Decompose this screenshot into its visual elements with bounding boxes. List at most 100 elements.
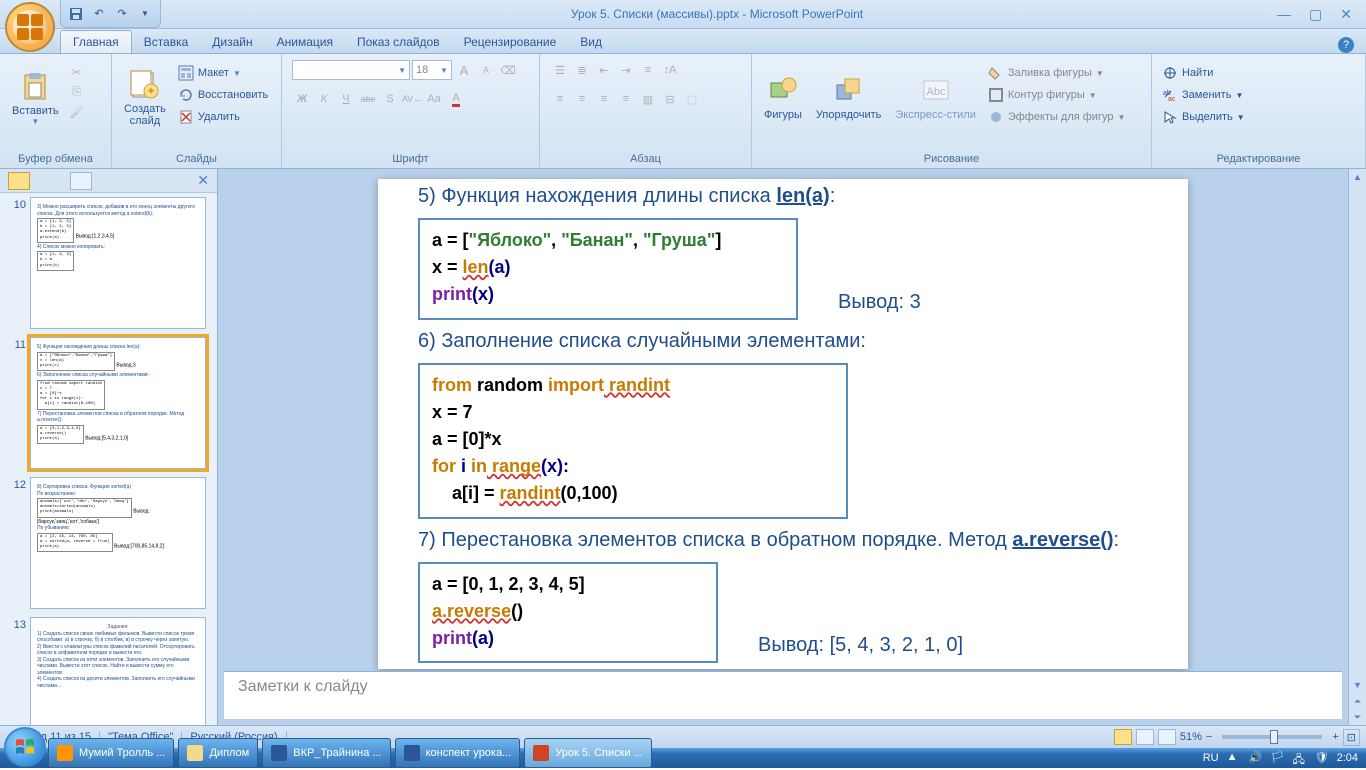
bullets-icon[interactable]: ☰ [550,60,570,80]
tab-slideshow[interactable]: Показ слайдов [345,31,452,53]
replace-button[interactable]: abacЗаменить ▼ [1158,84,1247,106]
format-painter-button[interactable]: 🖌 [67,102,87,122]
char-spacing-button[interactable]: AV↔ [402,89,422,109]
normal-view-icon[interactable] [1114,729,1132,745]
vertical-scrollbar[interactable]: ▲ ▼ ⏶ ⏷ [1348,169,1366,725]
quick-styles-button[interactable]: Abc Экспресс-стили [889,58,981,138]
undo-icon[interactable]: ↶ [90,5,108,23]
panel-close-icon[interactable]: ✕ [197,172,209,189]
tray-volume-icon[interactable]: 🔊 [1249,751,1263,765]
zoom-out-icon[interactable]: − [1206,731,1212,743]
delete-slide-button[interactable]: Удалить [174,106,272,128]
underline-button[interactable]: Ч [336,89,356,109]
align-center-icon[interactable]: ≡ [572,89,592,109]
tray-network-icon[interactable]: 🖧 [1293,751,1307,765]
tray-clock[interactable]: 2:04 [1337,752,1358,764]
change-case-button[interactable]: Aa [424,89,444,109]
columns-icon[interactable]: ▥ [638,89,658,109]
arrange-button[interactable]: Упорядочить [810,58,887,138]
paste-button[interactable]: Вставить ▼ [6,58,65,138]
font-color-button[interactable]: A [446,89,466,109]
italic-button[interactable]: К [314,89,334,109]
prev-slide-icon[interactable]: ⏶ [1349,693,1366,709]
strike-button[interactable]: abc [358,89,378,109]
taskbar-item[interactable]: Мумий Тролль ... [48,738,174,768]
tab-review[interactable]: Рецензирование [452,31,569,53]
find-button[interactable]: Найти [1158,62,1217,84]
zoom-in-icon[interactable]: + [1332,731,1338,743]
shape-outline-button[interactable]: Контур фигуры ▼ [984,84,1130,106]
save-icon[interactable] [67,5,85,23]
tab-insert[interactable]: Вставка [132,31,201,53]
shapes-button[interactable]: Фигуры [758,58,808,138]
slide-thumbnail-11[interactable]: 5) Функция нахождения длины списка len(a… [30,337,206,469]
justify-icon[interactable]: ≡ [616,89,636,109]
taskbar-item[interactable]: конспект урока... [395,738,521,768]
clear-format-icon[interactable]: ⌫ [498,60,518,80]
maximize-button[interactable]: ▢ [1305,4,1326,25]
zoom-level[interactable]: 51% [1180,731,1202,743]
zoom-slider[interactable] [1222,735,1322,739]
taskbar-item[interactable]: Урок 5. Списки ... [524,738,652,768]
numbering-icon[interactable]: ≣ [572,60,592,80]
slide-canvas[interactable]: 5) Функция нахождения длины списка len(a… [378,179,1188,669]
line-spacing-icon[interactable]: ≡ [638,60,658,80]
notes-pane[interactable]: Заметки к слайду [224,671,1342,719]
shape-fill-button[interactable]: Заливка фигуры ▼ [984,62,1130,84]
font-size-combo[interactable]: 18▼ [412,60,452,80]
layout-button[interactable]: Макет ▼ [174,62,272,84]
close-button[interactable]: ✕ [1336,4,1356,25]
sorter-view-icon[interactable] [1136,729,1154,745]
editor-area: 5) Функция нахождения длины списка len(a… [218,169,1348,725]
align-left-icon[interactable]: ≡ [550,89,570,109]
next-slide-icon[interactable]: ⏷ [1349,709,1366,725]
slides-tab-icon[interactable] [8,172,30,190]
tab-view[interactable]: Вид [568,31,614,53]
cut-button[interactable]: ✂ [67,62,87,82]
reset-button[interactable]: Восстановить [174,84,272,106]
heading-5: 5) Функция нахождения длины списка len(a… [418,185,1148,208]
redo-icon[interactable]: ↷ [113,5,131,23]
tab-design[interactable]: Дизайн [200,31,264,53]
slideshow-view-icon[interactable] [1158,729,1176,745]
code-block-5: a = ["Яблоко", "Банан", "Груша"] x = len… [418,218,798,320]
tab-animation[interactable]: Анимация [265,31,345,53]
increase-indent-icon[interactable]: ⇥ [616,60,636,80]
minimize-button[interactable]: — [1273,4,1295,25]
fit-window-icon[interactable]: ⊡ [1343,729,1360,746]
system-tray: RU ▲ 🔊 🏳 🖧 🛡 2:04 [1195,751,1366,765]
slide-thumbnail-10[interactable]: 3) Можно расширить список, добавив в его… [30,197,206,329]
shadow-button[interactable]: S [380,89,400,109]
tray-shield-icon[interactable]: 🛡 [1315,751,1329,765]
slide-thumbnail-12[interactable]: 8) Сортировка списка. Функция sorted(a) … [30,477,206,609]
tray-flag-icon[interactable]: 🏳 [1271,751,1285,765]
taskbar-item[interactable]: ВКР_Трайнина ... [262,738,390,768]
align-text-icon[interactable]: ⊟ [660,89,680,109]
font-name-combo[interactable]: ▼ [292,60,410,80]
shrink-font-icon[interactable]: A [476,60,496,80]
slide-canvas-area[interactable]: 5) Функция нахождения длины списка len(a… [218,169,1348,671]
qat-dropdown-icon[interactable]: ▼ [136,5,154,23]
slide-thumbnail-13[interactable]: ❗ Задания: 1) Создать список своих любим… [30,617,206,725]
tray-up-icon[interactable]: ▲ [1227,751,1241,765]
decrease-indent-icon[interactable]: ⇤ [594,60,614,80]
office-button[interactable] [5,2,55,52]
grow-font-icon[interactable]: A [454,60,474,80]
text-direction-icon[interactable]: ↕A [660,60,680,80]
taskbar-item[interactable]: Диплом [178,738,258,768]
select-button[interactable]: Выделить ▼ [1158,106,1249,128]
shape-effects-button[interactable]: Эффекты для фигур ▼ [984,106,1130,128]
start-button[interactable] [4,727,46,767]
code-block-6: from random import randint x = 7 a = [0]… [418,363,848,519]
smartart-icon[interactable]: ⬚ [682,89,702,109]
tab-home[interactable]: Главная [60,30,132,53]
align-right-icon[interactable]: ≡ [594,89,614,109]
tray-lang[interactable]: RU [1203,752,1219,764]
help-icon[interactable]: ? [1338,37,1354,53]
new-slide-button[interactable]: ✦ Создать слайд [118,58,172,138]
outline-tab-icon[interactable] [70,172,92,190]
scroll-down-icon[interactable]: ▼ [1349,677,1366,693]
bold-button[interactable]: Ж [292,89,312,109]
copy-button[interactable]: ⎘ [67,82,87,102]
scroll-up-icon[interactable]: ▲ [1349,169,1366,185]
